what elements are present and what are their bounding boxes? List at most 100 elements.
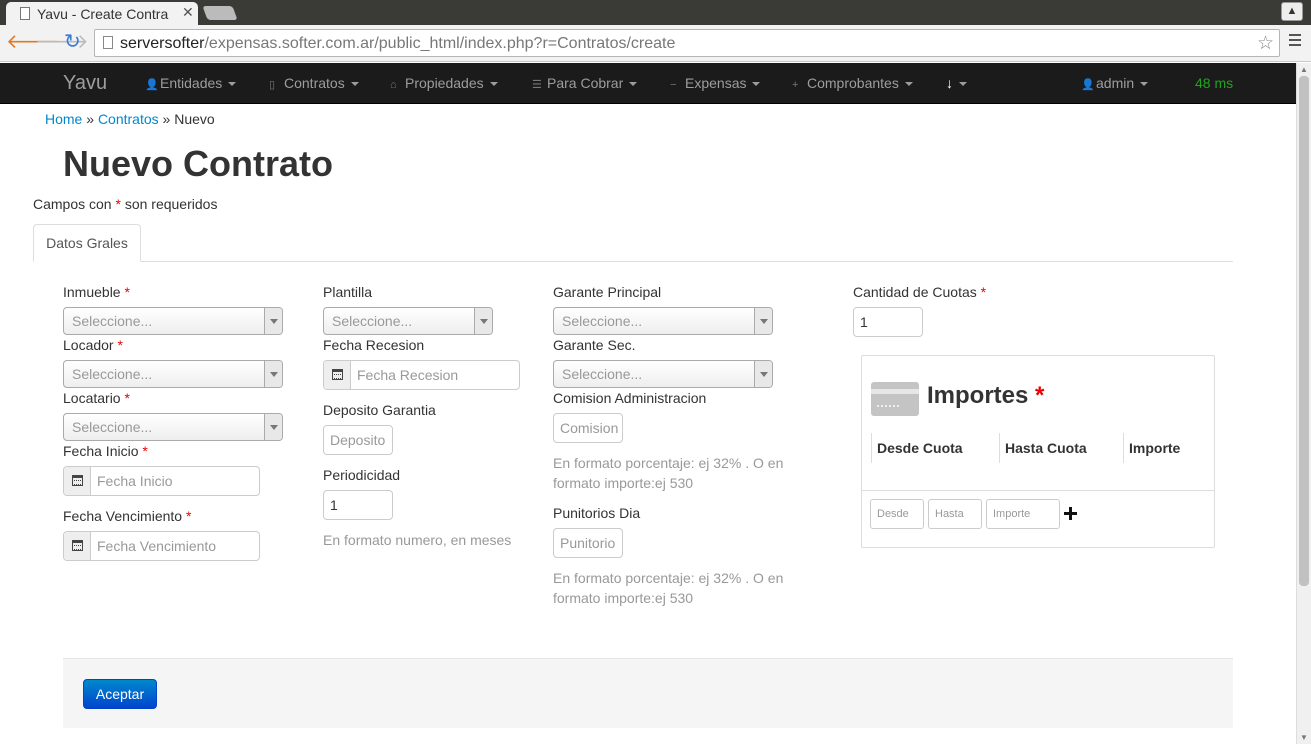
- minus-icon: −: [670, 79, 677, 91]
- inmueble-select[interactable]: Seleccione...: [63, 307, 283, 335]
- credit-card-icon: [871, 382, 919, 416]
- periodicidad-label: Periodicidad: [323, 467, 401, 483]
- nav-download[interactable]: ↓: [946, 75, 967, 91]
- home-icon: ⌂: [390, 79, 397, 91]
- hasta-input[interactable]: Hasta: [928, 499, 982, 529]
- browser-tab[interactable]: Yavu - Create Contra ✕: [6, 2, 198, 25]
- page-icon: [103, 36, 113, 49]
- punitorios-help: En formato porcentaje: ej 32% . O en form…: [553, 570, 784, 606]
- garante-principal-select[interactable]: Seleccione...: [553, 307, 773, 335]
- nav-para-cobrar[interactable]: ☰ Para Cobrar: [532, 75, 638, 91]
- cantidad-cuotas-input[interactable]: 1: [853, 307, 923, 337]
- caret-down-icon: [1140, 82, 1149, 87]
- importes-panel: Importes * Desde Cuota Hasta Cuota Impor…: [861, 355, 1215, 548]
- periodicidad-help: En formato numero, en meses: [323, 532, 512, 548]
- add-row-plus-icon[interactable]: [1064, 507, 1077, 520]
- list-icon: ☰: [532, 79, 542, 91]
- scroll-down-icon[interactable]: ▼: [1300, 733, 1308, 742]
- comision-help: En formato porcentaje: ej 32% . O en form…: [553, 455, 784, 491]
- nav-propiedades[interactable]: ⌂ Propiedades: [390, 75, 498, 91]
- locatario-select[interactable]: Seleccione...: [63, 413, 283, 441]
- browser-tab-title: Yavu - Create Contra: [37, 6, 169, 22]
- desde-input[interactable]: Desde: [870, 499, 924, 529]
- chevron-down-icon: [264, 414, 282, 440]
- locatario-label: Locatario *: [63, 390, 130, 406]
- garante-principal-label: Garante Principal: [553, 284, 662, 300]
- deposito-input[interactable]: Deposito: [323, 425, 393, 455]
- fecha-vencimiento-input[interactable]: Fecha Vencimiento: [63, 531, 260, 561]
- file-icon: ▯: [269, 79, 276, 91]
- breadcrumb-current: Nuevo: [174, 111, 215, 127]
- render-time: 48 ms: [1195, 75, 1234, 91]
- scrollbar-thumb[interactable]: [1299, 76, 1309, 586]
- user-profile-icon[interactable]: ▲: [1281, 2, 1303, 21]
- user-icon: 👤: [1081, 79, 1095, 91]
- page-icon: [20, 7, 30, 20]
- tab-datos-grales[interactable]: Datos Grales: [33, 224, 141, 262]
- nav-expensas[interactable]: − Expensas: [670, 75, 761, 91]
- calendar-icon[interactable]: [324, 361, 351, 389]
- col-hasta-cuota: Hasta Cuota: [999, 433, 1123, 463]
- cantidad-cuotas-label: Cantidad de Cuotas *: [853, 284, 987, 300]
- chevron-down-icon: [264, 361, 282, 387]
- aceptar-button[interactable]: Aceptar: [83, 679, 157, 709]
- scroll-up-icon[interactable]: ▲: [1300, 65, 1308, 74]
- user-icon: 👤: [145, 79, 159, 91]
- calendar-icon[interactable]: [64, 532, 91, 560]
- importes-divider: [862, 490, 1214, 491]
- browser-menu-icon[interactable]: [1289, 34, 1301, 49]
- punitorio-input[interactable]: Punitorio: [553, 528, 623, 558]
- close-tab-icon[interactable]: ✕: [182, 4, 194, 21]
- browser-toolbar: 🡐 🡒 ↻ serversofter/expensas.softer.com.a…: [0, 25, 1311, 62]
- chevron-down-icon: [754, 361, 772, 387]
- caret-down-icon: [959, 82, 967, 87]
- plus-icon: +: [792, 79, 799, 91]
- plantilla-select[interactable]: Seleccione...: [323, 307, 493, 335]
- caret-down-icon: [489, 82, 498, 87]
- breadcrumb-home[interactable]: Home: [45, 111, 82, 127]
- nav-comprobantes[interactable]: + Comprobantes: [792, 75, 913, 91]
- nav-entidades[interactable]: 👤Entidades: [145, 75, 237, 91]
- importes-title: Importes *: [927, 382, 1045, 409]
- nav-contratos[interactable]: ▯ Contratos: [269, 75, 359, 91]
- required-note: Campos con * son requeridos: [33, 196, 218, 212]
- punitorios-label: Punitorios Dia: [553, 505, 641, 521]
- chevron-down-icon: [474, 308, 492, 334]
- fecha-inicio-input[interactable]: Fecha Inicio: [63, 466, 260, 496]
- deposito-garantia-label: Deposito Garantia: [323, 402, 436, 418]
- form-actions: Aceptar: [63, 658, 1233, 728]
- periodicidad-input[interactable]: 1: [323, 490, 393, 520]
- comision-label: Comision Administracion: [553, 390, 707, 406]
- caret-down-icon: [350, 82, 359, 87]
- brand-logo[interactable]: Yavu: [63, 72, 107, 95]
- fecha-inicio-label: Fecha Inicio *: [63, 443, 148, 459]
- calendar-icon[interactable]: [64, 467, 91, 495]
- locador-label: Locador *: [63, 337, 123, 353]
- breadcrumb: Home » Contratos » Nuevo: [45, 111, 215, 127]
- garante-sec-label: Garante Sec.: [553, 337, 636, 353]
- caret-down-icon: [752, 82, 761, 87]
- url-text[interactable]: serversofter/expensas.softer.com.ar/publ…: [120, 35, 675, 53]
- fecha-vencimiento-label: Fecha Vencimiento *: [63, 508, 192, 524]
- col-desde-cuota: Desde Cuota: [871, 433, 999, 463]
- caret-down-icon: [904, 82, 913, 87]
- bookmark-star-icon[interactable]: ☆: [1257, 32, 1274, 55]
- address-bar[interactable]: serversofter/expensas.softer.com.ar/publ…: [94, 29, 1280, 57]
- reload-icon[interactable]: ↻: [64, 31, 81, 53]
- garante-sec-select[interactable]: Seleccione...: [553, 360, 773, 388]
- comision-input[interactable]: Comision: [553, 413, 623, 443]
- fecha-recesion-input[interactable]: Fecha Recesion: [323, 360, 520, 390]
- importe-input[interactable]: Importe: [986, 499, 1060, 529]
- top-navbar: Yavu 👤Entidades ▯ Contratos ⌂ Propiedades …: [0, 63, 1296, 104]
- breadcrumb-contratos[interactable]: Contratos: [98, 111, 159, 127]
- new-tab-button[interactable]: [202, 6, 238, 20]
- plantilla-label: Plantilla: [323, 284, 373, 300]
- page-scrollbar[interactable]: ▲ ▼: [1296, 63, 1311, 744]
- nav-user-menu[interactable]: 👤admin: [1081, 75, 1149, 91]
- caret-down-icon: [228, 82, 237, 87]
- tabs-divider: [33, 261, 1233, 262]
- locador-select[interactable]: Seleccione...: [63, 360, 283, 388]
- caret-down-icon: [629, 82, 638, 87]
- chevron-down-icon: [754, 308, 772, 334]
- page-title: Nuevo Contrato: [63, 143, 333, 184]
